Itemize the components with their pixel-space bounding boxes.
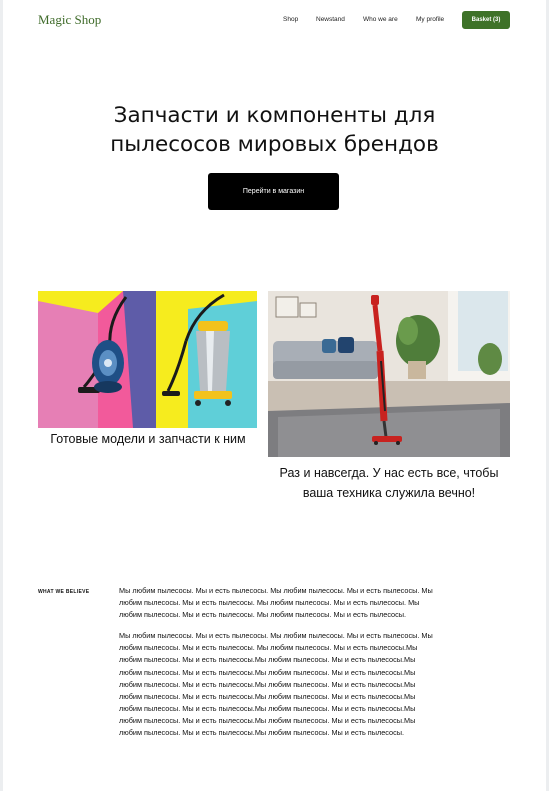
nav-my-profile[interactable]: My profile (416, 16, 444, 23)
page: Magic Shop Shop Newstand Who we are My p… (3, 0, 546, 791)
believe-text: Мы любим пылесосы. Мы и есть пылесосы. М… (119, 585, 437, 748)
nav-who-we-are[interactable]: Who we are (363, 16, 398, 23)
vacuum-models-image (38, 291, 257, 428)
hero-title-line-1: Запчасти и компоненты для (113, 103, 436, 128)
forever-caption-line-2: ваша техника служила вечно! (302, 486, 476, 500)
believe-paragraph-1: Мы любим пылесосы. Мы и есть пылесосы. М… (119, 586, 433, 620)
hero-title-line-2: пылесосов мировых брендов (110, 132, 439, 157)
site-logo[interactable]: Magic Shop (38, 12, 101, 28)
what-we-believe-label: WHAT WE BELIEVE (38, 589, 90, 595)
basket-button[interactable]: Basket (3) (462, 11, 510, 29)
forever-caption: Раз и навсегда. У нас есть все, чтобы ва… (258, 463, 520, 503)
believe-paragraph-2: Мы любим пылесосы. Мы и есть пылесосы. М… (119, 631, 433, 738)
living-room-vacuum-image (268, 291, 510, 457)
models-caption: Готовые модели и запчасти к ним (50, 432, 246, 446)
forever-caption-line-1: Раз и навсегда. У нас есть все, чтобы (279, 466, 499, 480)
go-to-shop-button[interactable]: Перейти в магазин (208, 173, 339, 210)
hero-title: Запчасти и компоненты для пылесосов миро… (43, 101, 506, 159)
nav-newstand[interactable]: Newstand (316, 16, 345, 23)
nav-shop[interactable]: Shop (283, 16, 298, 23)
